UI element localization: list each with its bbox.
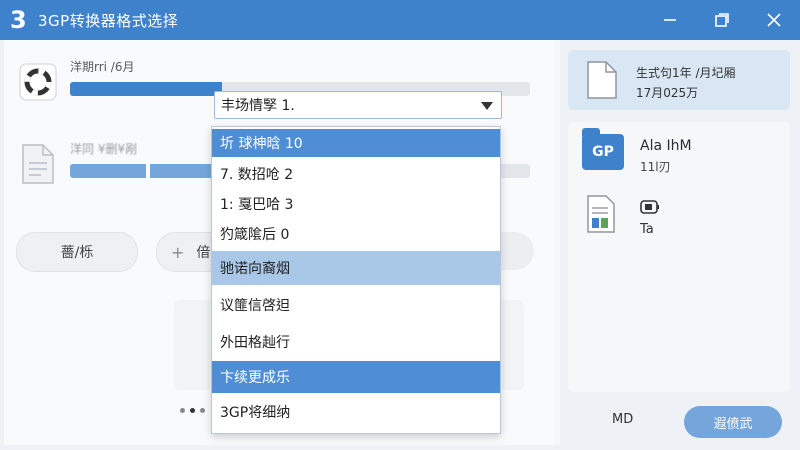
add-button-label: 偣 [196,245,211,261]
dropdown-option[interactable]: 卞续更成乐 [212,361,500,393]
summary-card: 生式句1年 /月圮厢 17月025万 [568,50,790,110]
page-dot[interactable] [200,408,205,413]
close-icon [767,13,781,27]
window-controls [644,0,800,40]
dropdown-option[interactable]: 3GP将细纳 [212,395,500,429]
title-bar: 3 3GP转换器格式选择 [0,0,800,40]
file-name: 洋期rri /6月 [70,60,135,74]
output-panel: 生式句1年 /月圮厢 17月025万 GP Ala IhM 11l刃 Ta MD… [560,40,796,445]
folder-gp-label: GP [592,144,614,160]
folder-gp-icon: GP [582,128,624,170]
plus-icon: + [171,242,185,262]
summary-line: 生式句1年 /月圮厢 [636,66,736,80]
minimize-icon [664,19,676,21]
page-dot[interactable] [190,408,195,413]
dropdown-option[interactable]: 7. 数招呛 2 [212,159,500,189]
document-icon [587,61,617,99]
progress-divider [146,164,150,178]
dropdown-option[interactable]: 议篚信啓𨑨 [212,287,500,323]
restore-icon [715,13,729,27]
dropdown-option[interactable]: 圻 球柛晗 10 [212,129,500,157]
md-label: MD [612,412,634,427]
convert-button[interactable]: 遐偾武 [684,406,782,438]
format-info-card: GP Ala IhM 11l刃 Ta [568,122,790,392]
restore-button[interactable] [696,0,748,40]
settings-button[interactable]: 薔/栎 [16,232,138,272]
file-name: 洋同 ¥删¥剐 [70,142,138,156]
window-title: 3GP转换器格式选择 [38,11,179,30]
format-name: Ala IhM [640,138,692,154]
document-icon [18,142,58,186]
battery-icon [640,200,659,214]
progress-fill [70,82,222,96]
format-size: 11l刃 [640,160,671,174]
format-dropdown: 圻 球柛晗 10 7. 数招呛 2 1: 戛巴哈 3 犳箴隂后 0 驰诺向裔烟 … [211,126,501,434]
lifebuoy-icon [18,60,58,104]
spreadsheet-icon [587,195,615,233]
chevron-down-icon[interactable] [481,102,493,110]
summary-line: 17月025万 [636,86,699,100]
dropdown-option[interactable]: 1: 戛巴哈 3 [212,189,500,219]
page-dots [180,408,205,413]
dropdown-option[interactable]: 驰诺向裔烟 [212,251,500,285]
page-dot[interactable] [180,408,185,413]
dropdown-option[interactable]: 犳箴隂后 0 [212,219,500,249]
format-select-value: 丰场情孯 1. [221,98,295,114]
dropdown-option[interactable]: 外田格赸行 [212,325,500,359]
app-logo: 3 [10,6,27,34]
minimize-button[interactable] [644,0,696,40]
codec-label: Ta [640,222,654,237]
close-button[interactable] [748,0,800,40]
format-select[interactable]: 丰场情孯 1. [214,91,502,119]
